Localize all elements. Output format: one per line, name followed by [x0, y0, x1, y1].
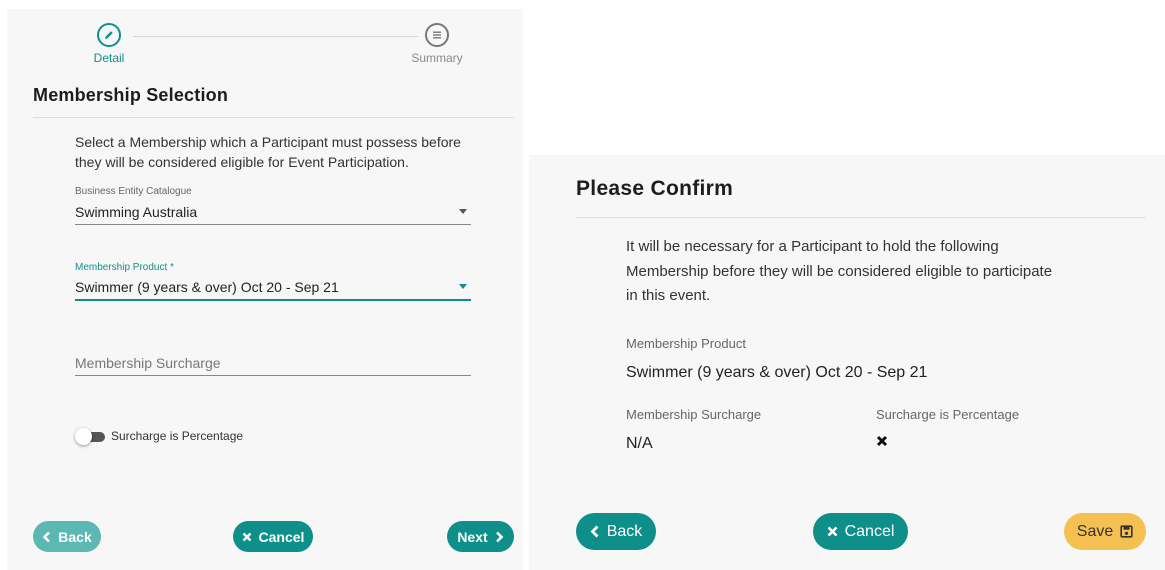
- description-line: Membership before they will be considere…: [626, 262, 1053, 280]
- back-button[interactable]: Back: [33, 521, 101, 552]
- list-icon: [425, 23, 449, 47]
- cancel-button-label: Cancel: [258, 528, 305, 545]
- chevron-left-icon: [42, 531, 51, 542]
- surcharge-value: N/A: [626, 435, 653, 452]
- back-button[interactable]: Back: [576, 513, 656, 550]
- product-underline: [75, 299, 471, 301]
- section-title: Membership Selection: [33, 85, 229, 105]
- next-button-label: Next: [457, 528, 488, 545]
- back-button-label: Back: [606, 522, 643, 540]
- catalogue-label: Business Entity Catalogue: [75, 186, 192, 197]
- back-button-label: Back: [58, 528, 92, 545]
- next-button[interactable]: Next: [447, 521, 514, 552]
- cross-icon: [876, 434, 888, 452]
- pencil-icon: [97, 23, 121, 47]
- surcharge-label: Membership Surcharge: [626, 407, 762, 422]
- description-line: It will be necessary for a Participant t…: [626, 238, 999, 255]
- close-icon: [242, 532, 251, 541]
- toggle-label: Surcharge is Percentage: [111, 429, 244, 443]
- catalogue-underline: [75, 224, 471, 225]
- step-summary[interactable]: Summary: [407, 23, 467, 65]
- membership-selection-panel: Detail Summary Membership Selection Sele…: [7, 9, 523, 570]
- cancel-button[interactable]: Cancel: [233, 521, 313, 552]
- save-icon: [1120, 525, 1133, 538]
- divider: [33, 117, 514, 118]
- description-line: they will be considered eligible for Eve…: [75, 154, 409, 170]
- product-label: Membership Product: [626, 336, 746, 351]
- divider: [576, 217, 1146, 218]
- catalogue-value: Swimming Australia: [75, 204, 198, 220]
- dropdown-arrow-icon[interactable]: [459, 284, 467, 289]
- percentage-label: Surcharge is Percentage: [876, 407, 1020, 422]
- description-line: Select a Membership which a Participant …: [75, 134, 461, 150]
- save-button-label: Save: [1076, 522, 1114, 540]
- surcharge-underline: [75, 375, 471, 376]
- confirm-panel: Please Confirm It will be necessary for …: [529, 155, 1165, 570]
- save-button[interactable]: Save: [1064, 513, 1146, 550]
- step-summary-label: Summary: [411, 51, 463, 65]
- product-value: Swimmer (9 years & over) Oct 20 - Sep 21: [75, 279, 339, 295]
- chevron-left-icon: [590, 525, 599, 538]
- chevron-right-icon: [495, 531, 504, 542]
- description: Select a Membership which a Participant …: [75, 132, 461, 172]
- cancel-button-label: Cancel: [844, 522, 895, 540]
- product-label: Membership Product *: [75, 262, 174, 273]
- stepper-line: [133, 36, 418, 37]
- step-detail[interactable]: Detail: [84, 23, 134, 65]
- confirm-description: It will be necessary for a Participant t…: [626, 235, 1052, 309]
- close-icon: [827, 526, 838, 537]
- dropdown-arrow-icon[interactable]: [459, 209, 467, 214]
- description-line: in this event.: [626, 287, 711, 304]
- confirm-title: Please Confirm: [576, 177, 734, 200]
- cancel-button[interactable]: Cancel: [813, 513, 908, 550]
- product-value: Swimmer (9 years & over) Oct 20 - Sep 21: [626, 364, 928, 381]
- toggle-thumb[interactable]: [75, 428, 92, 445]
- step-detail-label: Detail: [93, 51, 125, 65]
- surcharge-placeholder: Membership Surcharge: [75, 355, 221, 371]
